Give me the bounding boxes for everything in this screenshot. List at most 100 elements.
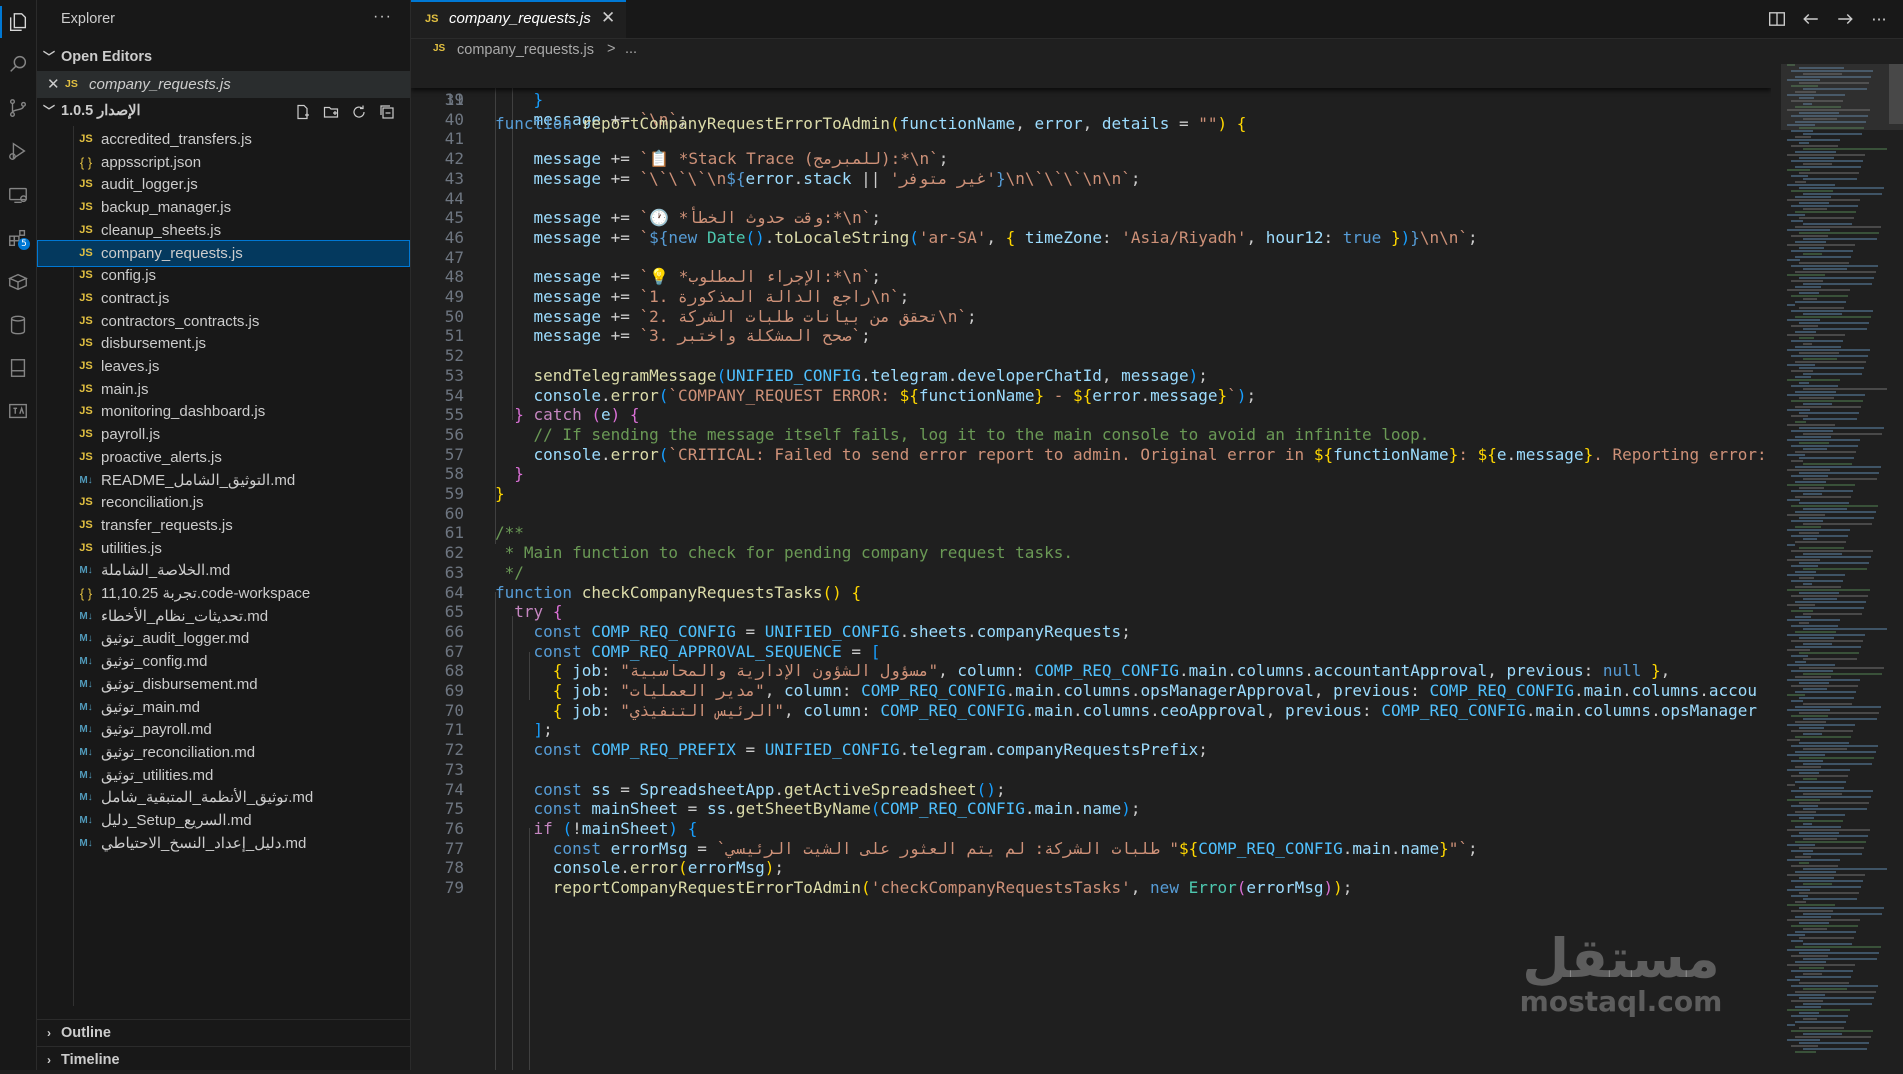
minimap-line <box>1791 730 1853 732</box>
minimap-line <box>1795 271 1876 273</box>
search-icon[interactable] <box>0 44 36 84</box>
minimap-line <box>1803 898 1857 900</box>
minimap-line <box>1803 568 1867 570</box>
more-actions-icon[interactable]: ··· <box>1869 9 1889 29</box>
notebook-icon[interactable] <box>0 348 36 388</box>
minimap-line <box>1791 940 1803 942</box>
chevron-right-icon: › <box>47 1026 51 1040</box>
package-icon[interactable] <box>0 262 36 302</box>
minimap-line <box>1787 244 1855 246</box>
new-folder-icon[interactable] <box>322 103 340 121</box>
explorer-icon[interactable] <box>0 2 36 42</box>
code-editor[interactable]: 11 function reportCompanyRequestErrorToA… <box>411 64 1771 1070</box>
refresh-icon[interactable] <box>350 103 368 121</box>
minimap-line <box>1787 349 1870 351</box>
minimap-line <box>1799 562 1869 564</box>
minimap-line <box>1803 163 1832 165</box>
minimap-line <box>1787 169 1810 171</box>
minimap-line <box>1803 658 1857 660</box>
minimap-line <box>1799 757 1874 759</box>
file-tree-item[interactable]: M↓ دليل_إعداد_النسخ_الاحتياطي.md <box>37 830 410 857</box>
minimap-line <box>1787 754 1825 756</box>
minimap-line <box>1795 256 1851 258</box>
extensions-icon[interactable]: 5 <box>0 218 36 258</box>
breadcrumb-symbols[interactable]: ... <box>625 41 637 57</box>
minimap-line <box>1795 1051 1816 1053</box>
minimap-line <box>1803 838 1837 840</box>
minimap-viewport[interactable] <box>1781 64 1903 130</box>
minimap-line <box>1795 181 1806 183</box>
minimap-line <box>1803 478 1877 480</box>
minimap-line <box>1787 994 1825 996</box>
minimap-line <box>1791 985 1878 987</box>
minimap-line <box>1787 949 1830 951</box>
minimap-line <box>1795 331 1816 333</box>
activity-bar: 5 <box>0 0 37 1070</box>
minimap-line <box>1799 877 1834 879</box>
close-icon[interactable]: ✕ <box>601 8 615 28</box>
translate-icon[interactable] <box>0 391 36 431</box>
vertical-scrollbar-thumb[interactable] <box>1889 64 1903 124</box>
minimap-line <box>1795 421 1806 423</box>
minimap-line <box>1799 412 1859 414</box>
minimap-line <box>1791 595 1868 597</box>
remote-explorer-icon[interactable] <box>0 175 36 215</box>
minimap-line <box>1791 820 1843 822</box>
js-file-icon: JS <box>425 13 439 25</box>
minimap-line <box>1791 880 1863 882</box>
minimap-line <box>1791 760 1823 762</box>
minimap-line <box>1795 346 1841 348</box>
minimap-line <box>1787 589 1870 591</box>
outline-header[interactable]: › Outline <box>37 1019 410 1047</box>
minimap-line <box>1791 175 1808 177</box>
code-line[interactable]: 79 reportCompanyRequestErrorToAdmin('che… <box>411 876 1771 900</box>
minimap-line <box>1799 382 1809 384</box>
minimap-line <box>1803 1018 1817 1020</box>
open-editors-header[interactable]: ﹀ Open Editors <box>37 44 410 71</box>
minimap-line <box>1799 157 1834 159</box>
minimap-line <box>1791 160 1863 162</box>
split-editor-icon[interactable] <box>1767 9 1787 29</box>
minimap-line <box>1787 484 1855 486</box>
open-editor-item[interactable]: ✕ JS company_requests.js <box>37 71 410 98</box>
breadcrumb-file[interactable]: company_requests.js <box>457 42 594 58</box>
folder-header[interactable]: ﹀ الإصدار 1.0.5 <box>37 98 410 125</box>
source-control-icon[interactable] <box>0 88 36 128</box>
more-actions-icon[interactable]: ··· <box>373 8 392 26</box>
minimap-line <box>1791 340 1843 342</box>
database-icon[interactable] <box>0 305 36 345</box>
minimap-line <box>1803 1033 1842 1035</box>
minimap-line <box>1787 499 1800 501</box>
sticky-scroll-line[interactable]: 11 function reportCompanyRequestErrorToA… <box>411 64 1771 133</box>
minimap-line <box>1795 631 1836 633</box>
run-debug-icon[interactable] <box>0 131 36 171</box>
minimap-line <box>1803 973 1822 975</box>
minimap-line <box>1795 1021 1846 1023</box>
minimap-line <box>1787 259 1800 261</box>
minimap-line <box>1803 778 1817 780</box>
minimap-line <box>1799 337 1814 339</box>
minimap-line <box>1787 544 1795 546</box>
minimap-line <box>1791 700 1803 702</box>
tab-company-requests[interactable]: JS company_requests.js ✕ <box>411 0 626 38</box>
code-text: reportCompanyRequestErrorToAdmin('checkC… <box>552 878 1353 897</box>
arrow-left-icon[interactable] <box>1801 9 1821 29</box>
minimap-line <box>1791 355 1868 357</box>
minimap-line <box>1787 229 1830 231</box>
minimap-line <box>1799 262 1849 264</box>
close-icon[interactable]: ✕ <box>47 71 60 98</box>
minimap[interactable] <box>1781 64 1903 1070</box>
minimap-line <box>1795 646 1861 648</box>
minimap-line <box>1787 184 1835 186</box>
minimap-line <box>1787 724 1855 726</box>
vscode-window: 5 Explorer ··· ﹀ Open Editors ✕ JS compan… <box>0 0 1903 1070</box>
collapse-all-icon[interactable] <box>378 103 396 121</box>
minimap-line <box>1795 751 1876 753</box>
code-text: function reportCompanyRequestErrorToAdmi… <box>495 114 1247 133</box>
minimap-line <box>1795 316 1871 318</box>
arrow-right-icon[interactable] <box>1835 9 1855 29</box>
minimap-line <box>1791 1015 1848 1017</box>
minimap-line <box>1799 232 1879 234</box>
minimap-line <box>1787 649 1810 651</box>
new-file-icon[interactable] <box>294 103 312 121</box>
